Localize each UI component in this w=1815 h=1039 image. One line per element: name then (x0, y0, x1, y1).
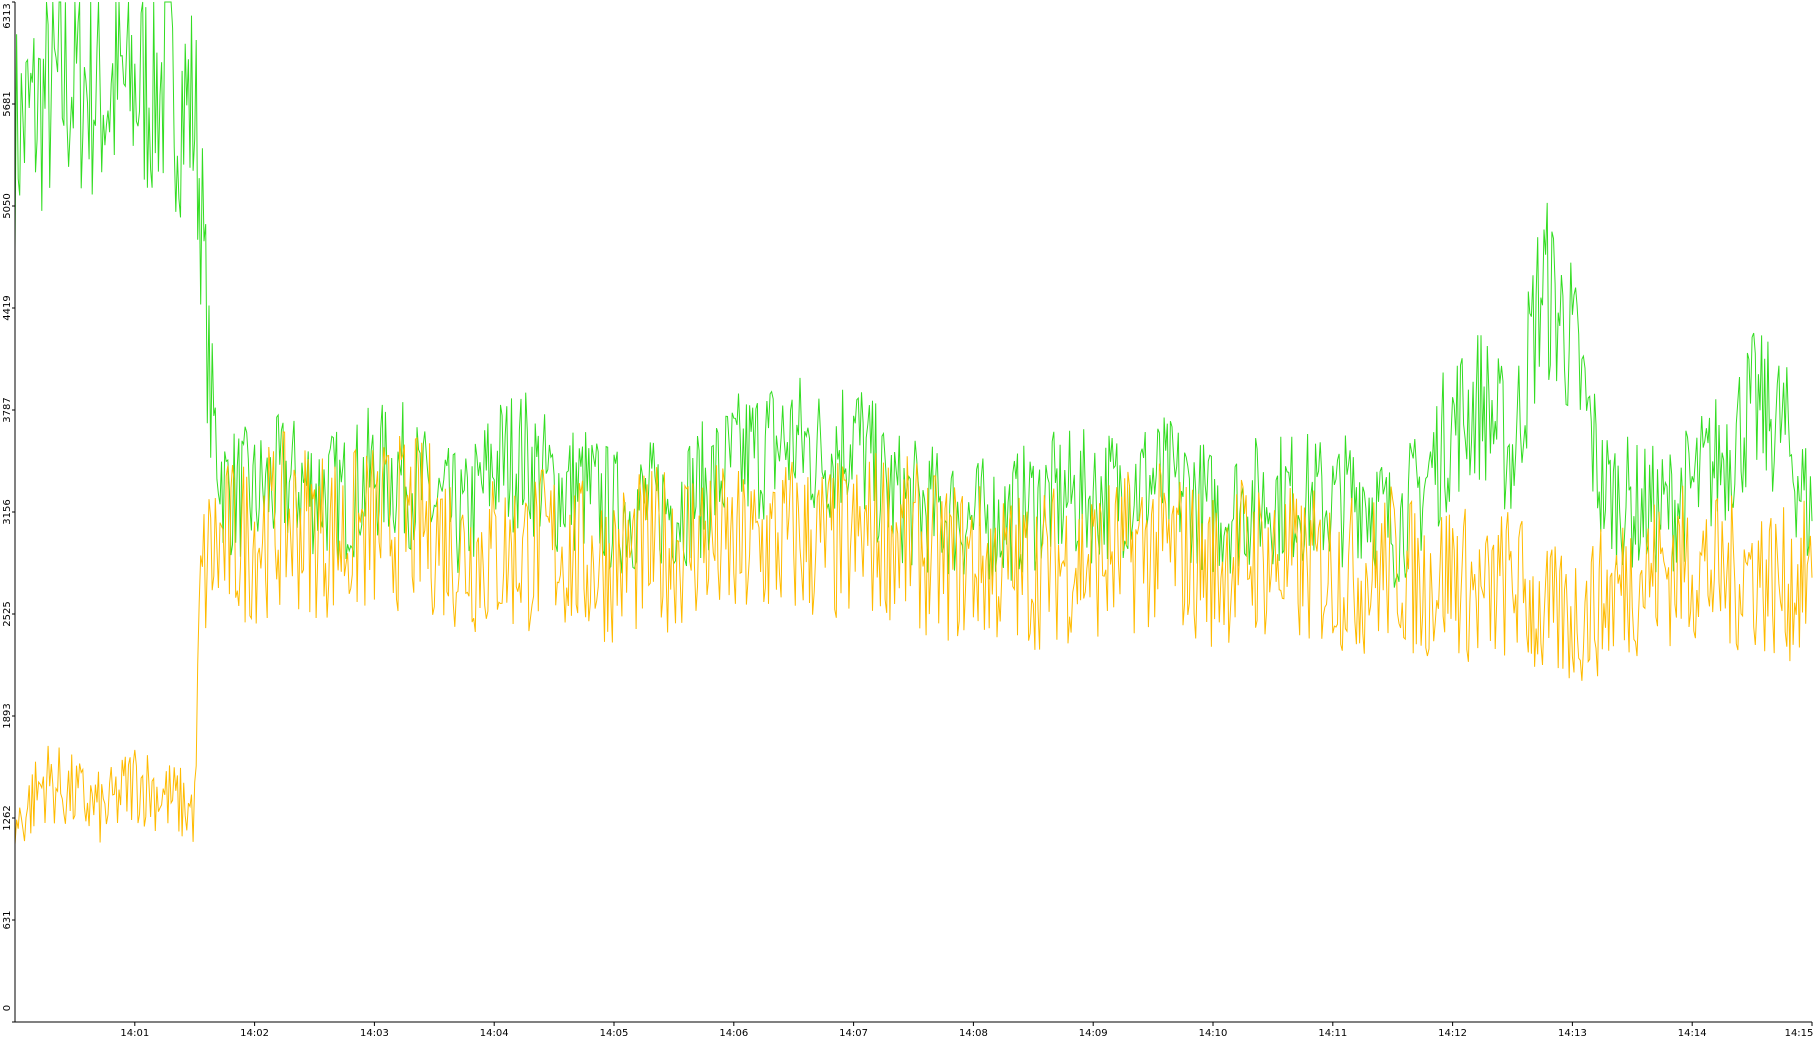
y-tick-label: 2525 (2, 601, 13, 626)
y-tick-label: 4419 (2, 295, 13, 320)
x-tick-label: 14:05 (600, 1028, 629, 1039)
x-tick-label: 14:02 (240, 1028, 269, 1039)
x-tick-label: 14:06 (719, 1028, 748, 1039)
y-tick-label: 3787 (2, 397, 13, 422)
x-tick-label: 14:14 (1678, 1028, 1707, 1039)
y-tick-label: 1262 (2, 805, 13, 830)
x-tick-label: 14:03 (360, 1028, 389, 1039)
y-tick-label: 5050 (2, 193, 13, 218)
x-tick-label: 14:08 (959, 1028, 988, 1039)
y-tick-label: 631 (2, 910, 13, 929)
plot-background (0, 0, 1815, 1039)
x-tick-label: 14:04 (480, 1028, 509, 1039)
x-tick-label: 14:15 (1785, 1028, 1814, 1039)
y-tick-label: 5681 (2, 91, 13, 116)
line-chart: 0 631 1262 1893 2525 3156 3787 4419 5050 5681 6313… (0, 0, 1815, 1039)
y-tick-label: 6313 (2, 3, 13, 28)
x-tick-label: 14:13 (1558, 1028, 1587, 1039)
x-tick-label: 14:01 (120, 1028, 149, 1039)
y-tick-label: 0 (2, 1005, 13, 1011)
x-tick-label: 14:09 (1079, 1028, 1108, 1039)
x-tick-label: 14:11 (1318, 1028, 1347, 1039)
y-tick-label: 1893 (2, 703, 13, 728)
y-tick-label: 3156 (2, 499, 13, 524)
x-tick-label: 14:07 (839, 1028, 868, 1039)
x-tick-label: 14:12 (1438, 1028, 1467, 1039)
x-tick-label: 14:10 (1199, 1028, 1228, 1039)
